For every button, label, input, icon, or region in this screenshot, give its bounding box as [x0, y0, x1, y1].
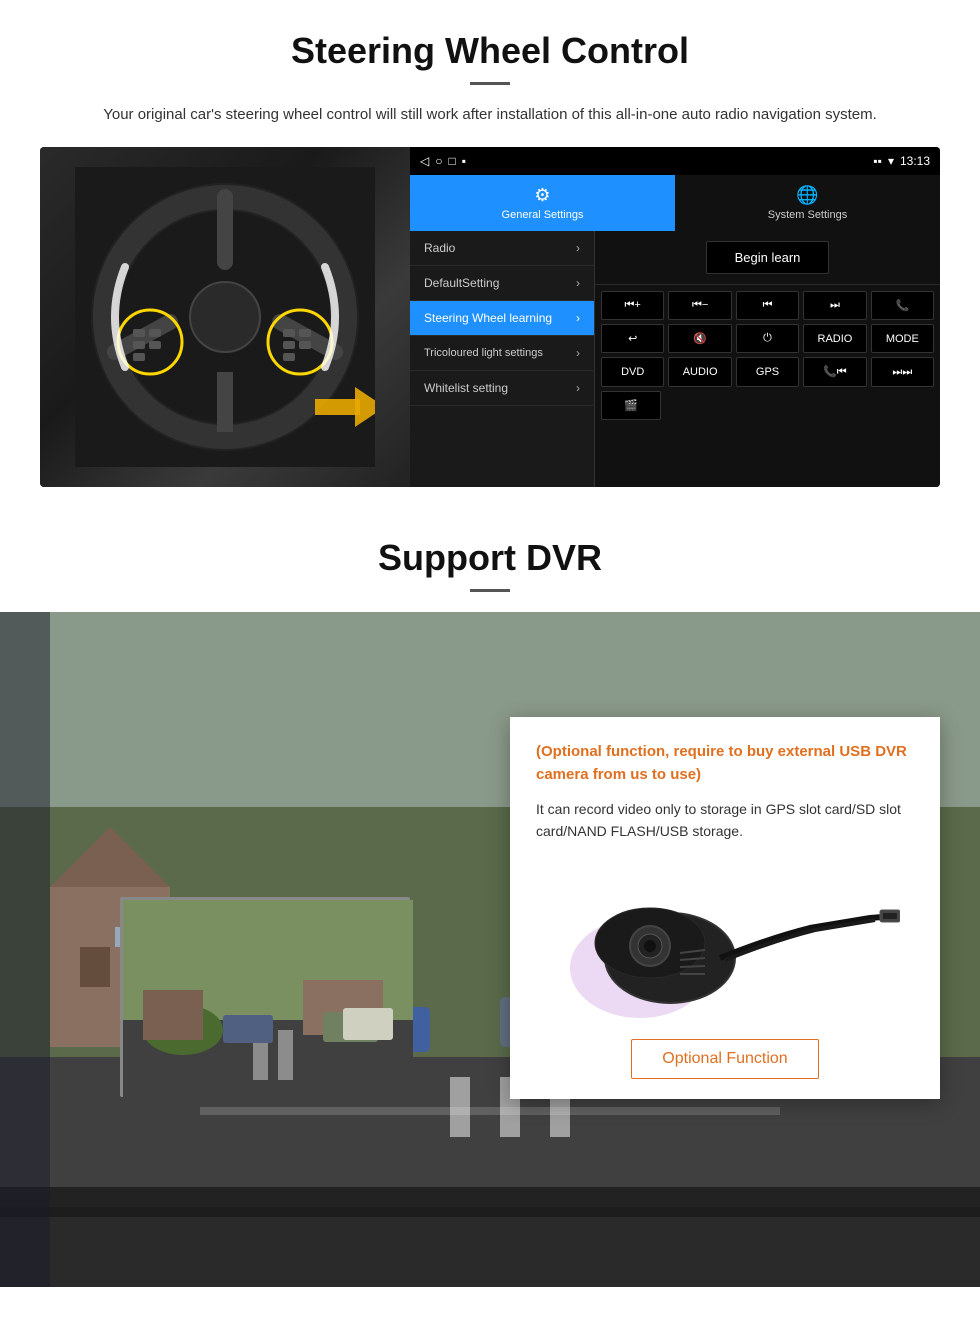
settings-content: Radio › DefaultSetting › Steering Wheel …	[410, 231, 940, 487]
menu-item-steering[interactable]: Steering Wheel learning ›	[410, 301, 594, 336]
nav-menu-icon[interactable]: ▪	[462, 154, 466, 168]
nav-home-icon[interactable]: ○	[435, 154, 442, 168]
control-grid: ⏮+ ⏮− ⏮ ⏭ 📞 ↩ 🔇 ⏻ RADIO MODE	[595, 285, 940, 426]
ctrl-row-4: 🎬	[601, 391, 934, 420]
ctrl-next-track[interactable]: ⏭	[803, 291, 866, 320]
ctrl-row-2: ↩ 🔇 ⏻ RADIO MODE	[601, 324, 934, 353]
globe-icon: 🌐	[796, 185, 818, 206]
title-divider-2	[470, 589, 510, 592]
ctrl-gps[interactable]: GPS	[736, 357, 799, 387]
ctrl-dvd[interactable]: DVD	[601, 357, 664, 387]
chevron-right-icon: ›	[576, 311, 580, 325]
begin-learn-button[interactable]: Begin learn	[706, 241, 830, 274]
ctrl-vol-up[interactable]: ⏮+	[601, 291, 664, 320]
settings-tabs: ⚙ General Settings 🌐 System Settings	[410, 175, 940, 231]
nav-back-icon[interactable]: ◁	[420, 154, 429, 168]
ctrl-radio[interactable]: RADIO	[803, 324, 866, 353]
menu-item-radio[interactable]: Radio ›	[410, 231, 594, 266]
menu-item-tricolour[interactable]: Tricoloured light settings ›	[410, 336, 594, 371]
begin-learn-row: Begin learn	[595, 231, 940, 285]
tab-system-label: System Settings	[768, 209, 847, 221]
dvr-camera-image	[536, 863, 914, 1023]
settings-menu: Radio › DefaultSetting › Steering Wheel …	[410, 231, 595, 487]
ctrl-record[interactable]: 🎬	[601, 391, 661, 420]
ctrl-next-end[interactable]: ⏭⏭	[871, 357, 934, 387]
ctrl-power[interactable]: ⏻	[736, 324, 799, 353]
menu-item-whitelist[interactable]: Whitelist setting ›	[410, 371, 594, 406]
steering-wheel-section: Steering Wheel Control Your original car…	[0, 0, 980, 497]
ctrl-phone[interactable]: 📞	[871, 291, 934, 320]
ctrl-prev-track[interactable]: ⏮	[736, 291, 799, 320]
ctrl-mode[interactable]: MODE	[871, 324, 934, 353]
steering-photo	[40, 147, 410, 487]
optional-function-button[interactable]: Optional Function	[631, 1039, 818, 1079]
title-divider-1	[470, 82, 510, 85]
tab-general-settings[interactable]: ⚙ General Settings	[410, 175, 675, 231]
status-time: 13:13	[900, 154, 930, 168]
dvr-title: Support DVR	[40, 537, 940, 579]
tab-general-label: General Settings	[502, 209, 584, 221]
support-dvr-section: Support DVR	[0, 497, 980, 1287]
chevron-right-icon: ›	[576, 381, 580, 395]
steering-composite: ◁ ○ □ ▪ ▪▪ ▾ 13:13 ⚙ General Settings 🌐 …	[40, 147, 940, 487]
menu-steering-label: Steering Wheel learning	[424, 311, 552, 325]
dvr-camera-svg	[550, 868, 900, 1018]
dvr-header: Support DVR	[0, 497, 980, 612]
steering-title: Steering Wheel Control	[40, 30, 940, 72]
chevron-right-icon: ›	[576, 241, 580, 255]
wifi-icon: ▾	[888, 154, 894, 168]
menu-default-label: DefaultSetting	[424, 276, 499, 290]
menu-radio-label: Radio	[424, 241, 455, 255]
dvr-card-description: It can record video only to storage in G…	[536, 798, 914, 843]
dvr-info-card: (Optional function, require to buy exter…	[510, 717, 940, 1099]
steering-wheel-svg	[75, 167, 375, 467]
steering-description: Your original car's steering wheel contr…	[80, 103, 900, 127]
chevron-right-icon: ›	[576, 346, 580, 360]
gear-icon: ⚙	[534, 185, 550, 206]
ctrl-back[interactable]: ↩	[601, 324, 664, 353]
chevron-right-icon: ›	[576, 276, 580, 290]
tab-system-settings[interactable]: 🌐 System Settings	[675, 175, 940, 231]
dvr-card-title: (Optional function, require to buy exter…	[536, 741, 914, 786]
menu-item-default[interactable]: DefaultSetting ›	[410, 266, 594, 301]
ctrl-phone-prev[interactable]: 📞⏮	[803, 357, 866, 387]
android-statusbar: ◁ ○ □ ▪ ▪▪ ▾ 13:13	[410, 147, 940, 175]
ctrl-row-1: ⏮+ ⏮− ⏮ ⏭ 📞	[601, 291, 934, 320]
settings-right-panel: Begin learn ⏮+ ⏮− ⏮ ⏭ 📞	[595, 231, 940, 487]
ctrl-mute[interactable]: 🔇	[668, 324, 731, 353]
ctrl-audio[interactable]: AUDIO	[668, 357, 731, 387]
battery-icon: ▪▪	[873, 154, 882, 168]
ctrl-vol-down[interactable]: ⏮−	[668, 291, 731, 320]
dvr-preview-svg	[123, 900, 413, 1100]
nav-recent-icon[interactable]: □	[448, 154, 455, 168]
dvr-screenshot-preview	[120, 897, 410, 1097]
ctrl-row-3: DVD AUDIO GPS 📞⏮ ⏭⏭	[601, 357, 934, 387]
menu-tricolour-label: Tricoloured light settings	[424, 347, 543, 359]
android-ui: ◁ ○ □ ▪ ▪▪ ▾ 13:13 ⚙ General Settings 🌐 …	[410, 147, 940, 487]
menu-whitelist-label: Whitelist setting	[424, 381, 508, 395]
